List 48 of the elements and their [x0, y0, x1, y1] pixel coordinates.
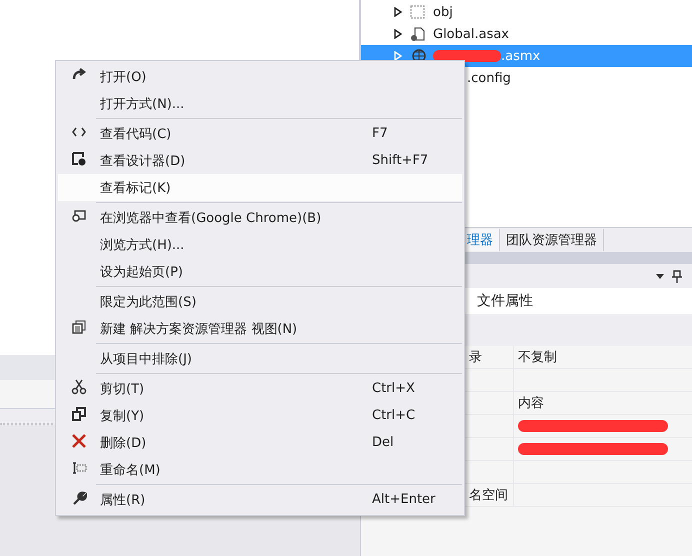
rename-icon: [71, 460, 87, 476]
property-value: 内容: [518, 395, 544, 412]
shortcut-label: Ctrl+X: [372, 381, 415, 396]
file-name: Global.asax: [433, 26, 510, 42]
wrench-icon: [71, 490, 87, 506]
menu-item[interactable]: 复制(Y) Ctrl+C: [58, 402, 462, 429]
menu-item[interactable]: 剪切(T) Ctrl+X: [58, 375, 462, 402]
file-icon: [409, 26, 427, 42]
menu-item[interactable]: 查看代码(C) F7: [58, 120, 462, 147]
property-name: 录: [469, 349, 482, 366]
shortcut-label: F7: [372, 126, 388, 141]
menu-item[interactable]: 从项目中排除(J): [58, 345, 462, 372]
property-value: 不复制: [518, 349, 557, 366]
menu-item[interactable]: 限定为此范围(S): [58, 288, 462, 315]
menu-item[interactable]: 删除(D) Del: [58, 429, 462, 456]
menu-item[interactable]: 设为起始页(P): [58, 258, 462, 285]
shortcut-label: Alt+Enter: [372, 492, 436, 507]
file-name: .asmx: [501, 48, 540, 64]
property-name: 名空间: [469, 487, 508, 504]
shortcut-label: Shift+F7: [372, 153, 428, 168]
file-name: obj: [433, 4, 453, 20]
tree-item[interactable]: obj: [361, 1, 692, 23]
panel-title: 文件属性: [477, 292, 533, 310]
panel-tab[interactable]: 团队资源管理器: [500, 229, 604, 251]
panel-tab[interactable]: 理器: [466, 229, 500, 251]
dropdown-and-pin-icon[interactable]: [654, 269, 684, 283]
new-window-icon: [71, 318, 87, 334]
scissors-icon: [71, 378, 87, 394]
menu-item[interactable]: 重命名(M): [58, 456, 462, 483]
shortcut-label: Ctrl+C: [372, 408, 416, 423]
delete-icon: [71, 432, 87, 448]
shortcut-label: Del: [372, 435, 394, 450]
copy-icon: [71, 406, 87, 422]
tree-item[interactable]: .config: [466, 67, 692, 89]
designer-icon: [71, 150, 87, 166]
menu-item[interactable]: 打开方式(N)...: [58, 90, 462, 117]
menu-item[interactable]: 查看标记(K): [58, 174, 462, 201]
menu-item[interactable]: 属性(R) Alt+Enter: [58, 486, 462, 513]
folder-icon: [409, 4, 427, 20]
tree-item[interactable]: Global.asax: [361, 23, 692, 45]
menu-item[interactable]: 查看设计器(D) Shift+F7: [58, 147, 462, 174]
menu-item[interactable]: 新建 解决方案资源管理器 视图(N): [58, 315, 462, 342]
expand-arrow-icon[interactable]: [393, 7, 403, 17]
menu-item[interactable]: 浏览方式(H)...: [58, 231, 462, 258]
browser-window-icon: [71, 208, 87, 224]
expand-arrow-icon[interactable]: [393, 29, 403, 39]
menu-item[interactable]: 在浏览器中查看(Google Chrome)(B): [58, 204, 462, 231]
file-name: .config: [467, 70, 511, 86]
